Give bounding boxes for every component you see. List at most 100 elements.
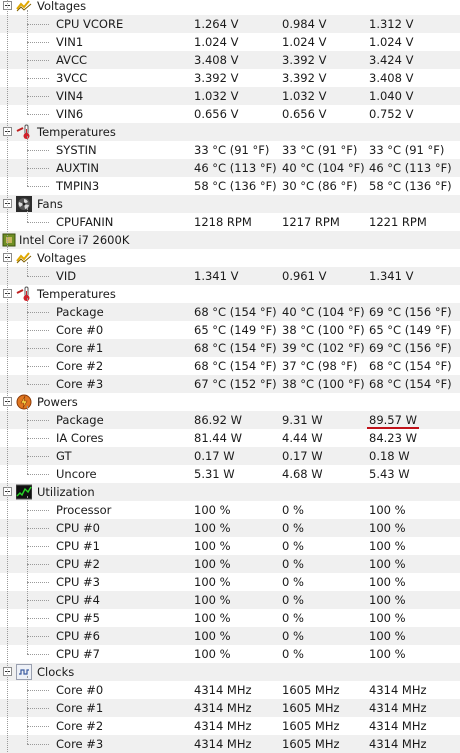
sensor-name: CPUFANIN: [56, 215, 114, 229]
sensor-row[interactable]: CPU #4 100 % 0 % 100 %: [0, 591, 460, 609]
sensor-name: CPU #2: [56, 557, 100, 571]
sensor-name: CPU #0: [56, 521, 100, 535]
sensor-row[interactable]: Uncore 5.31 W 4.68 W 5.43 W: [0, 465, 460, 483]
group-header-utilization[interactable]: Utilization: [0, 483, 460, 501]
sensor-max-value: 100 %: [369, 503, 406, 517]
sensor-row[interactable]: VIN4 1.032 V 1.032 V 1.040 V: [0, 87, 460, 105]
sensor-name: Processor: [56, 503, 112, 517]
sensor-row[interactable]: CPUFANIN 1218 RPM 1217 RPM 1221 RPM: [0, 213, 460, 231]
sensor-row[interactable]: Core #3 67 °C (152 °F) 38 °C (100 °F) 68 °C…: [0, 375, 460, 393]
sensor-row[interactable]: IA Cores 81.44 W 4.44 W 84.23 W: [0, 429, 460, 447]
sensor-row[interactable]: CPU #2 100 % 0 % 100 %: [0, 555, 460, 573]
tree-connector: [27, 24, 49, 25]
sensor-max-value: 1.312 V: [369, 17, 414, 31]
device-header[interactable]: Intel Core i7 2600K: [0, 231, 460, 249]
sensor-min-value: 4.44 W: [282, 431, 323, 445]
tree-connector: [27, 312, 49, 313]
sensor-row[interactable]: CPU #0 100 % 0 % 100 %: [0, 519, 460, 537]
sensor-row[interactable]: AUXTIN 46 °C (113 °F) 40 °C (104 °F) 46 °C …: [0, 159, 460, 177]
sensor-name: Core #1: [56, 341, 104, 355]
sensor-min-value: 3.392 V: [282, 71, 327, 85]
sensor-max-value: 100 %: [369, 593, 406, 607]
sensor-value: 4314 MHz: [194, 719, 252, 733]
sensor-name: TMPIN3: [56, 179, 100, 193]
sensor-row[interactable]: CPU #3 100 % 0 % 100 %: [0, 573, 460, 591]
sensor-value: 1.264 V: [194, 17, 239, 31]
sensor-row[interactable]: CPU #6 100 % 0 % 100 %: [0, 627, 460, 645]
group-header-powers[interactable]: Powers: [0, 393, 460, 411]
sensor-value: 46 °C (113 °F): [194, 161, 277, 175]
sensor-row[interactable]: CPU #7 100 % 0 % 100 %: [0, 645, 460, 663]
sensor-row[interactable]: TMPIN3 58 °C (136 °F) 30 °C (86 °F) 58 °C (…: [0, 177, 460, 195]
sensor-row[interactable]: Core #2 4314 MHz 1605 MHz 4314 MHz: [0, 717, 460, 735]
sensor-name: Core #0: [56, 323, 104, 337]
sensor-value: 4314 MHz: [194, 701, 252, 715]
sensor-row[interactable]: Core #3 4314 MHz 1605 MHz 4314 MHz: [0, 735, 460, 753]
sensor-value: 81.44 W: [194, 431, 242, 445]
sensor-row[interactable]: VIN1 1.024 V 1.024 V 1.024 V: [0, 33, 460, 51]
sensor-value: 68 °C (154 °F): [194, 359, 277, 373]
sensor-row[interactable]: CPU VCORE 1.264 V 0.984 V 1.312 V: [0, 15, 460, 33]
sensor-row[interactable]: 3VCC 3.392 V 3.392 V 3.408 V: [0, 69, 460, 87]
sensor-value: 4314 MHz: [194, 683, 252, 697]
tree-connector: [27, 78, 49, 79]
tree-connector: [27, 708, 49, 709]
sensor-value: 100 %: [194, 503, 231, 517]
sensor-min-value: 0 %: [282, 629, 304, 643]
tree-connector: [27, 420, 49, 421]
sensor-min-value: 33 °C (91 °F): [282, 143, 358, 157]
group-label: Powers: [37, 395, 78, 409]
sensor-row[interactable]: Core #2 68 °C (154 °F) 37 °C (98 °F) 68 °C …: [0, 357, 460, 375]
sensor-max-value: 58 °C (136 °F): [369, 179, 452, 193]
sensor-min-value: 1605 MHz: [282, 701, 340, 715]
sensor-name: CPU #5: [56, 611, 100, 625]
sensor-max-value: 100 %: [369, 647, 406, 661]
sensor-name: CPU #6: [56, 629, 100, 643]
sensor-min-value: 0 %: [282, 557, 304, 571]
sensor-row[interactable]: Core #1 4314 MHz 1605 MHz 4314 MHz: [0, 699, 460, 717]
tree-connector: [27, 600, 49, 601]
sensor-min-value: 1.024 V: [282, 35, 327, 49]
sensor-value: 86.92 W: [194, 413, 242, 427]
tree-connector: [27, 546, 49, 547]
sensor-row[interactable]: Package 68 °C (154 °F) 40 °C (104 °F) 69 °C…: [0, 303, 460, 321]
sensor-min-value: 4.68 W: [282, 467, 323, 481]
sensor-value: 3.408 V: [194, 53, 239, 67]
sensor-row[interactable]: CPU #5 100 % 0 % 100 %: [0, 609, 460, 627]
tree-connector: [27, 456, 49, 457]
group-header-fans[interactable]: Fans: [0, 195, 460, 213]
sensor-row[interactable]: CPU #1 100 % 0 % 100 %: [0, 537, 460, 555]
sensor-max-value: 1.024 V: [369, 35, 414, 49]
tree-connector: [27, 186, 49, 187]
tree-connector: [27, 510, 49, 511]
group-header-clocks[interactable]: Clocks: [0, 663, 460, 681]
tree-branch-line: [27, 10, 28, 114]
sensor-min-value: 0.656 V: [282, 107, 327, 121]
utilization-icon: [15, 484, 33, 500]
group-header-voltages[interactable]: Voltages: [0, 0, 460, 15]
sensor-row[interactable]: Core #1 68 °C (154 °F) 39 °C (102 °F) 69 °C…: [0, 339, 460, 357]
sensor-row[interactable]: VID 1.341 V 0.961 V 1.341 V: [0, 267, 460, 285]
sensor-min-value: 0 %: [282, 503, 304, 517]
sensor-value: 65 °C (149 °F): [194, 323, 277, 337]
group-header-temperatures[interactable]: Temperatures: [0, 123, 460, 141]
sensor-row[interactable]: GT 0.17 W 0.17 W 0.18 W: [0, 447, 460, 465]
sensor-value: 100 %: [194, 539, 231, 553]
sensor-max-value: 4314 MHz: [369, 701, 427, 715]
sensor-row[interactable]: Processor 100 % 0 % 100 %: [0, 501, 460, 519]
sensor-name: CPU VCORE: [56, 17, 124, 31]
sensor-row[interactable]: Core #0 65 °C (149 °F) 38 °C (100 °F) 65 °C…: [0, 321, 460, 339]
sensor-row[interactable]: VIN6 0.656 V 0.656 V 0.752 V: [0, 105, 460, 123]
sensor-max-value: 84.23 W: [369, 431, 417, 445]
sensor-row[interactable]: AVCC 3.408 V 3.392 V 3.424 V: [0, 51, 460, 69]
tree-connector: [27, 384, 49, 385]
sensor-row[interactable]: Core #0 4314 MHz 1605 MHz 4314 MHz: [0, 681, 460, 699]
group-header-temperatures[interactable]: Temperatures: [0, 285, 460, 303]
sensor-row[interactable]: SYSTIN 33 °C (91 °F) 33 °C (91 °F) 33 °C (9…: [0, 141, 460, 159]
sensor-name: CPU #7: [56, 647, 100, 661]
sensor-min-value: 1605 MHz: [282, 737, 340, 751]
sensor-name: VIN1: [56, 35, 84, 49]
sensor-name: Core #2: [56, 359, 104, 373]
group-header-voltages[interactable]: Voltages: [0, 249, 460, 267]
sensor-min-value: 1605 MHz: [282, 719, 340, 733]
